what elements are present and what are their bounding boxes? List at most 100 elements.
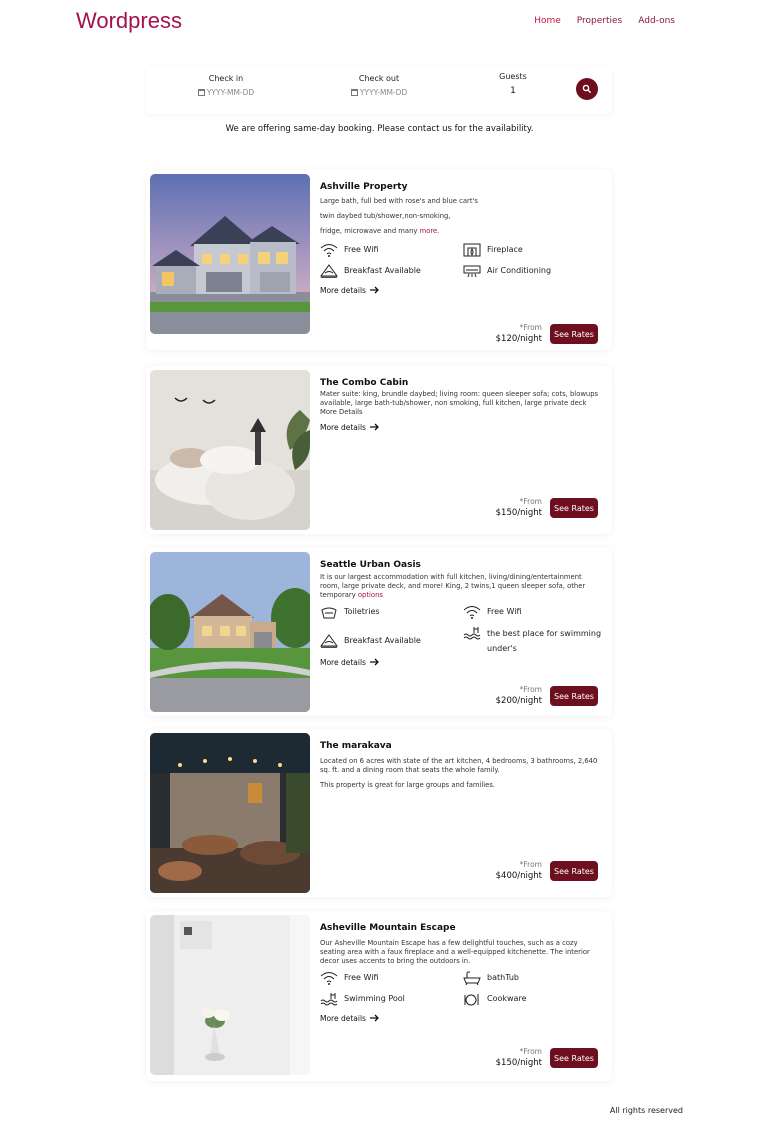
guests-label: Guests — [499, 72, 527, 81]
amenity-item: bathTub — [463, 971, 606, 985]
air-conditioning-icon — [463, 265, 481, 277]
wifi-icon — [463, 605, 481, 619]
more-link[interactable]: options — [358, 591, 383, 599]
more-link[interactable]: more. — [420, 227, 440, 235]
arrow-right-icon — [369, 1014, 379, 1022]
nav-properties[interactable]: Properties — [577, 16, 622, 26]
property-description: Our Asheville Mountain Escape has a few … — [320, 939, 602, 967]
amenity-label: Cookware — [487, 994, 527, 1004]
main-nav: Home Properties Add-ons — [534, 16, 675, 26]
nav-add-ons[interactable]: Add-ons — [638, 16, 675, 26]
amenity-label: Breakfast Available — [344, 266, 421, 276]
property-description: Large bath, full bed with rose's and blu… — [320, 197, 602, 237]
checkout-input[interactable]: YYYY-MM-DD — [324, 88, 434, 97]
see-rates-button[interactable]: See Rates — [550, 324, 598, 344]
property-title[interactable]: The marakava — [320, 741, 602, 751]
checkin-label: Check in — [208, 74, 244, 83]
property-photo-interior[interactable] — [150, 915, 310, 1075]
property-card: The Combo Cabin Mater suite: king, brund… — [146, 366, 612, 534]
property-photo-patio[interactable] — [150, 733, 310, 893]
price-from-label: *From — [519, 685, 542, 694]
property-photo-suburban-house[interactable] — [150, 552, 310, 712]
amenity-label: Free Wifi — [344, 245, 379, 255]
site-logo[interactable]: Wordpress — [76, 8, 182, 34]
description-line: Our Asheville Mountain Escape has a few … — [320, 939, 590, 966]
fireplace-icon — [463, 243, 481, 257]
nav-home[interactable]: Home — [534, 16, 561, 26]
description-line: Large bath, full bed with rose's and blu… — [320, 197, 478, 205]
price-value: $150/night — [495, 508, 542, 518]
price-box: *From $400/night — [496, 860, 542, 881]
more-details-link[interactable]: More details — [320, 423, 602, 432]
magnifier-icon — [582, 84, 592, 94]
see-rates-button[interactable]: See Rates — [550, 686, 598, 706]
see-rates-button[interactable]: See Rates — [550, 861, 598, 881]
amenity-label: Swimming Pool — [344, 994, 405, 1004]
swimming-icon — [320, 992, 338, 1006]
price-value: $150/night — [495, 1058, 542, 1068]
amenity-label: Air Conditioning — [487, 266, 552, 276]
description-line: fridge, microwave and many — [320, 227, 420, 236]
amenity-label: Fireplace — [487, 245, 523, 255]
footer-copyright: All rights reserved — [609, 1106, 683, 1115]
arrow-right-icon — [369, 658, 379, 666]
arrow-right-icon — [369, 423, 379, 431]
amenity-label: Breakfast Available — [344, 636, 421, 646]
checkin-field[interactable]: Check in YYYY-MM-DD — [171, 74, 281, 97]
bathtub-icon — [463, 971, 481, 985]
cookware-icon — [464, 993, 479, 1006]
search-button[interactable] — [576, 78, 598, 100]
property-card: Ashville Property Large bath, full bed w… — [146, 170, 612, 350]
amenity-item: Free Wifi — [320, 971, 463, 985]
description-line: Located on 6 acres with state of the art… — [320, 757, 598, 775]
more-details-link[interactable]: More details — [320, 658, 602, 667]
breakfast-icon — [320, 263, 338, 278]
checkin-input[interactable]: YYYY-MM-DD — [171, 88, 281, 97]
checkout-field[interactable]: Check out YYYY-MM-DD — [324, 74, 434, 97]
booking-search-bar: Check in YYYY-MM-DD Check out YYYY-MM-DD… — [146, 66, 612, 114]
amenity-label: bathTub — [487, 973, 520, 983]
property-title[interactable]: Ashville Property — [320, 182, 602, 192]
property-card: The marakava Located on 6 acres with sta… — [146, 729, 612, 897]
guests-field[interactable]: Guests 1 — [458, 72, 568, 96]
price-value: $120/night — [495, 334, 542, 344]
booking-notice: We are offering same-day booking. Please… — [225, 124, 534, 134]
wifi-icon — [320, 971, 338, 985]
property-title[interactable]: The Combo Cabin — [320, 378, 602, 388]
price-box: *From $150/night — [496, 1047, 542, 1068]
amenities-list: Free Wifi bathTub Swimming Pool Cookware — [320, 971, 602, 1006]
swimming-icon — [463, 626, 481, 640]
property-description: It is our largest accommodation with ful… — [320, 573, 602, 601]
arrow-right-icon — [369, 286, 379, 294]
amenity-item: Air Conditioning — [463, 264, 606, 278]
price-value: $200/night — [495, 696, 542, 706]
more-details-link[interactable]: More details — [320, 1014, 602, 1023]
amenity-item: Free Wifi — [463, 605, 606, 619]
guests-input[interactable]: 1 — [458, 86, 568, 96]
amenity-item: Free Wifi — [320, 243, 463, 257]
more-details-label: More details — [320, 1013, 366, 1023]
property-photo-bedroom[interactable] — [150, 370, 310, 530]
amenities-list: Free Wifi Fireplace Breakfast Available … — [320, 243, 602, 278]
property-title[interactable]: Seattle Urban Oasis — [320, 560, 602, 570]
amenity-label: Free Wifi — [487, 607, 522, 617]
see-rates-button[interactable]: See Rates — [550, 498, 598, 518]
property-title[interactable]: Asheville Mountain Escape — [320, 923, 602, 933]
description-line: Mater suite: king, brundle daybed; livin… — [320, 390, 599, 417]
checkout-placeholder: YYYY-MM-DD — [359, 88, 408, 97]
checkout-label: Check out — [358, 74, 400, 83]
more-details-label: More details — [320, 422, 366, 432]
calendar-icon — [197, 89, 205, 96]
amenity-label: Free Wifi — [344, 973, 379, 983]
amenity-label: Toiletries — [344, 607, 380, 617]
price-box: *From $150/night — [496, 497, 542, 518]
more-details-link[interactable]: More details — [320, 286, 602, 295]
checkin-placeholder: YYYY-MM-DD — [206, 88, 255, 97]
property-photo-house[interactable] — [150, 174, 310, 334]
amenities-list: Toiletries Free Wifi Breakfast Available… — [320, 605, 602, 656]
see-rates-button[interactable]: See Rates — [550, 1048, 598, 1068]
amenity-item: Breakfast Available — [320, 263, 463, 278]
property-description: Mater suite: king, brundle daybed; livin… — [320, 390, 602, 418]
toiletries-icon — [321, 607, 337, 619]
price-from-label: *From — [519, 1047, 542, 1056]
